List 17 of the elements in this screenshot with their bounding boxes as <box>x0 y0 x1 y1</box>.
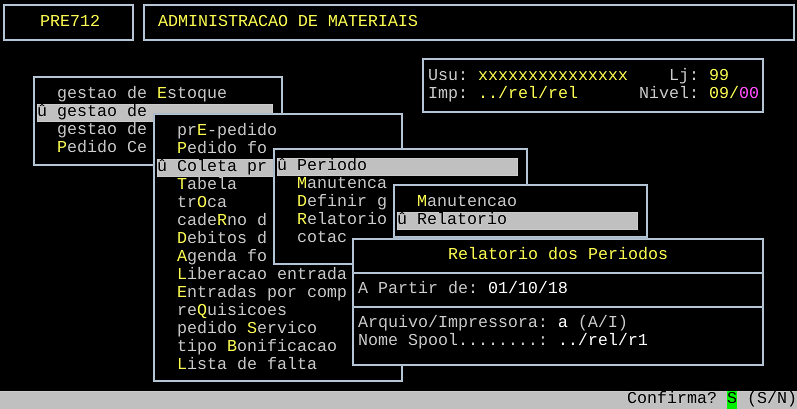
dialog-title: Relatorio dos Periodos <box>447 247 669 265</box>
confirm-prompt: Confirma? <box>627 391 718 409</box>
info-label: Lj: <box>669 68 699 86</box>
info-label: Nivel: <box>639 86 699 104</box>
field-label: Arquivo/Impressora: <box>358 315 548 333</box>
info-value: 99 <box>709 68 729 86</box>
field-label: Nome Spool........: <box>358 333 548 351</box>
field-label: A Partir de: <box>358 281 478 299</box>
info-value: 09/00 <box>709 86 759 104</box>
info-label: Usu: <box>428 68 468 86</box>
program-code-panel: PRE712 <box>3 4 134 41</box>
answer-options: (S/N) <box>747 391 797 409</box>
info-value: xxxxxxxxxxxxxxx <box>478 68 629 86</box>
info-label: Imp: <box>428 86 468 104</box>
info-value: ../rel/rel <box>478 86 579 104</box>
system-title-panel: ADMINISTRACAO DE MATERIAIS <box>143 4 795 41</box>
field-hint: (A/I) <box>578 315 628 333</box>
